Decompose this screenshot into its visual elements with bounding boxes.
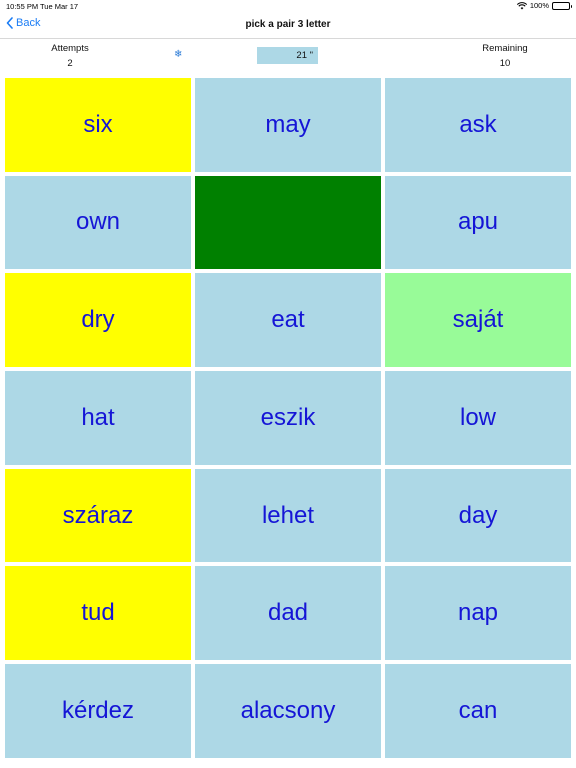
word-card-label: száraz [62,501,134,529]
remaining-stat: Remaining 10 [470,43,540,69]
status-date: Tue Mar 17 [40,2,79,11]
status-time: 10:55 PM [6,2,39,11]
word-card-label: six [83,110,113,138]
attempts-label: Attempts [51,43,89,54]
word-card[interactable]: saját [385,273,571,367]
word-card[interactable]: nap [385,566,571,660]
word-card[interactable]: eat [195,273,381,367]
word-card[interactable]: kérdez [5,664,191,758]
word-card[interactable]: tud [5,566,191,660]
word-card-label: apu [457,208,499,236]
word-card[interactable]: own [5,175,191,270]
word-card[interactable] [195,175,381,270]
navigation-bar: Back pick a pair 3 letter [0,12,576,39]
timer-display: 21 " [257,47,318,64]
word-card-label: eat [271,306,305,334]
word-card[interactable]: lehet [195,468,381,563]
card-grid: six may ask own apu dry eat saját hat eszik low szá… [5,78,571,758]
word-card[interactable]: alacsony [195,664,381,758]
word-card[interactable]: eszik [195,371,381,465]
word-card-label: low [459,403,496,431]
word-card-label: saját [452,306,504,334]
word-card-label: hat [81,403,115,431]
battery-icon [552,1,572,10]
word-card[interactable]: dry [5,273,191,367]
word-card-label: day [458,501,498,529]
word-card-label: dad [267,599,309,627]
battery-percent: 100% [529,1,549,10]
word-card-label: lehet [261,501,315,529]
word-card[interactable]: dad [195,566,381,660]
word-card-label: dry [81,306,115,334]
word-card-label: alacsony [240,696,336,724]
word-card-label: may [265,110,311,138]
attempts-value: 2 [67,58,73,69]
word-card[interactable]: day [385,468,571,563]
word-card-label: own [75,208,121,236]
word-card-label: nap [457,599,499,627]
word-card-label: eszik [260,403,316,431]
word-card[interactable]: hat [5,371,191,465]
wifi-icon [516,1,527,9]
snowflake-icon[interactable]: ❄ [174,50,182,60]
word-card-label: can [458,696,498,724]
status-indicators: 100% [516,1,572,10]
attempts-stat: Attempts 2 [40,43,100,69]
word-card[interactable]: low [385,371,571,465]
word-card[interactable]: six [5,78,191,172]
remaining-value: 10 [499,58,511,69]
page-title: pick a pair 3 letter [245,19,331,30]
word-card[interactable]: can [385,664,571,758]
remaining-label: Remaining [482,43,528,54]
word-card[interactable]: ask [385,78,571,172]
word-card[interactable]: száraz [5,468,191,563]
word-card[interactable]: may [195,78,381,172]
word-card-label: tud [81,599,115,627]
word-card-label: ask [459,110,497,138]
word-card[interactable]: apu [385,175,571,270]
word-card-label: kérdez [61,696,135,724]
status-bar: 10:55 PM Tue Mar 17 100% [0,0,576,12]
